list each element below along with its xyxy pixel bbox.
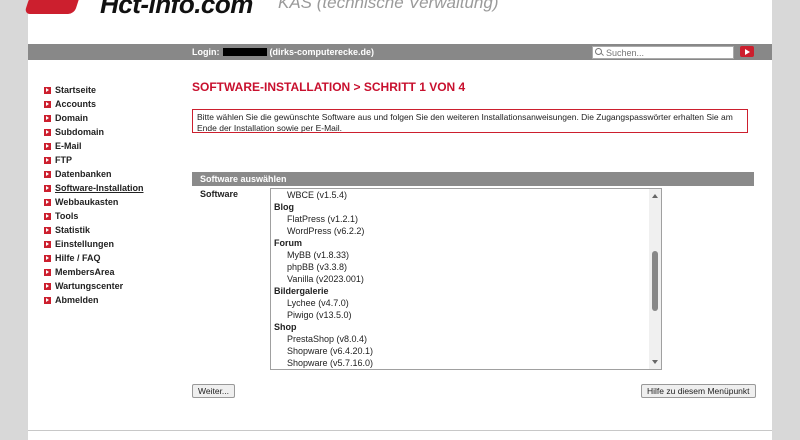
- sidebar-item-label: FTP: [55, 155, 72, 165]
- logo-subtitle: KAS (technische Verwaltung): [278, 0, 499, 12]
- arrow-bullet-icon: [44, 100, 51, 108]
- sidebar-item-webbaukasten[interactable]: Webbaukasten: [44, 195, 144, 209]
- arrow-bullet-icon: [44, 198, 51, 206]
- search-input[interactable]: [606, 47, 726, 58]
- sidebar-item-label: Abmelden: [55, 295, 99, 305]
- help-button[interactable]: Hilfe zu diesem Menüpunkt: [641, 384, 756, 398]
- sidebar-item-label: E-Mail: [55, 141, 82, 151]
- arrow-bullet-icon: [44, 212, 51, 220]
- sidebar-item-membersarea[interactable]: MembersArea: [44, 265, 144, 279]
- optgroup-forum: Forum: [274, 238, 302, 248]
- option-shopware-5[interactable]: Shopware (v5.7.16.0): [271, 357, 649, 369]
- sidebar-item-accounts[interactable]: Accounts: [44, 97, 144, 111]
- scroll-up-icon[interactable]: [652, 194, 658, 198]
- option-prestashop[interactable]: PrestaShop (v8.0.4): [271, 333, 649, 345]
- optgroup-shop: Shop: [274, 322, 297, 332]
- redacted-username: [222, 48, 267, 56]
- sidebar-item-software-installation[interactable]: Software-Installation: [44, 181, 144, 195]
- sidebar-item-wartungscenter[interactable]: Wartungscenter: [44, 279, 144, 293]
- login-label: Login:: [192, 47, 220, 57]
- arrow-bullet-icon: [44, 170, 51, 178]
- software-label: Software: [200, 189, 239, 199]
- sidebar-item-label: Webbaukasten: [55, 197, 119, 207]
- arrow-bullet-icon: [44, 282, 51, 290]
- option-shopware-6[interactable]: Shopware (v6.4.20.1): [271, 345, 649, 357]
- scroll-down-icon[interactable]: [652, 360, 658, 364]
- arrow-bullet-icon: [44, 114, 51, 122]
- logo[interactable]: Hct-info.com: [100, 0, 253, 20]
- top-bar: Login: (dirks-computerecke.de): [28, 44, 772, 60]
- arrow-bullet-icon: [44, 226, 51, 234]
- section-header: Software auswählen: [192, 172, 754, 186]
- sidebar-item-label: Subdomain: [55, 127, 104, 137]
- login-domain: (dirks-computerecke.de): [269, 47, 375, 57]
- sidebar-item-label: Accounts: [55, 99, 97, 109]
- option-wordpress[interactable]: WordPress (v6.2.2): [271, 225, 649, 237]
- option-vanilla[interactable]: Vanilla (v2023.001): [271, 273, 649, 285]
- next-button[interactable]: Weiter...: [192, 384, 236, 398]
- arrow-bullet-icon: [44, 142, 51, 150]
- option-wbce[interactable]: WBCE (v1.5.4): [271, 189, 649, 201]
- option-phpbb[interactable]: phpBB (v3.3.8): [271, 261, 649, 273]
- sidebar-item-datenbanken[interactable]: Datenbanken: [44, 167, 144, 181]
- arrow-bullet-icon: [44, 156, 51, 164]
- sidebar-item-abmelden[interactable]: Abmelden: [44, 293, 144, 307]
- sidebar-item-ftp[interactable]: FTP: [44, 153, 144, 167]
- sidebar-item-subdomain[interactable]: Subdomain: [44, 125, 144, 139]
- arrow-bullet-icon: [44, 254, 51, 262]
- listbox-scrollbar[interactable]: [649, 189, 661, 369]
- option-flatpress[interactable]: FlatPress (v1.2.1): [271, 213, 649, 225]
- sidebar-item-label: Einstellungen: [55, 239, 115, 249]
- search-icon: [595, 48, 604, 57]
- sidebar-item-hilfe-faq[interactable]: Hilfe / FAQ: [44, 251, 144, 265]
- page-title: SOFTWARE-INSTALLATION > SCHRITT 1 VON 4: [192, 80, 466, 94]
- sidebar-item-label: Statistik: [55, 225, 91, 235]
- scroll-thumb[interactable]: [652, 251, 658, 311]
- sidebar-item-tools[interactable]: Tools: [44, 209, 144, 223]
- logo-badge: [24, 0, 82, 14]
- sidebar-item-label: Domain: [55, 113, 89, 123]
- sidebar-item-statistik[interactable]: Statistik: [44, 223, 144, 237]
- search-box: [592, 46, 734, 59]
- search-submit-button[interactable]: [740, 46, 754, 57]
- software-options: WBCE (v1.5.4) Blog FlatPress (v1.2.1) Wo…: [271, 189, 649, 369]
- arrow-bullet-icon: [44, 86, 51, 94]
- option-mybb[interactable]: MyBB (v1.8.33): [271, 249, 649, 261]
- arrow-bullet-icon: [44, 240, 51, 248]
- optgroup-bildergalerie: Bildergalerie: [274, 286, 329, 296]
- info-notice: Bitte wählen Sie die gewünschte Software…: [192, 109, 748, 133]
- arrow-bullet-icon: [44, 268, 51, 276]
- footer-divider: [28, 430, 772, 431]
- sidebar-nav: Startseite Accounts Domain Subdomain E-M…: [44, 83, 144, 307]
- sidebar-item-label: Tools: [55, 211, 79, 221]
- sidebar-item-email[interactable]: E-Mail: [44, 139, 144, 153]
- login-info: Login: (dirks-computerecke.de): [192, 47, 374, 57]
- software-select[interactable]: WBCE (v1.5.4) Blog FlatPress (v1.2.1) Wo…: [270, 188, 662, 370]
- option-lychee[interactable]: Lychee (v4.7.0): [271, 297, 649, 309]
- sidebar-item-label: Datenbanken: [55, 169, 112, 179]
- sidebar-item-label: Hilfe / FAQ: [55, 253, 101, 263]
- arrow-right-icon: [744, 48, 750, 55]
- sidebar-item-label: Software-Installation: [55, 183, 144, 193]
- arrow-bullet-icon: [44, 296, 51, 304]
- sidebar-item-label: MembersArea: [55, 267, 115, 277]
- sidebar-item-startseite[interactable]: Startseite: [44, 83, 144, 97]
- sidebar-item-domain[interactable]: Domain: [44, 111, 144, 125]
- sidebar-item-label: Wartungscenter: [55, 281, 124, 291]
- arrow-bullet-icon: [44, 128, 51, 136]
- arrow-bullet-icon: [44, 184, 51, 192]
- sidebar-item-einstellungen[interactable]: Einstellungen: [44, 237, 144, 251]
- option-piwigo[interactable]: Piwigo (v13.5.0): [271, 309, 649, 321]
- optgroup-blog: Blog: [274, 202, 294, 212]
- sidebar-item-label: Startseite: [55, 85, 97, 95]
